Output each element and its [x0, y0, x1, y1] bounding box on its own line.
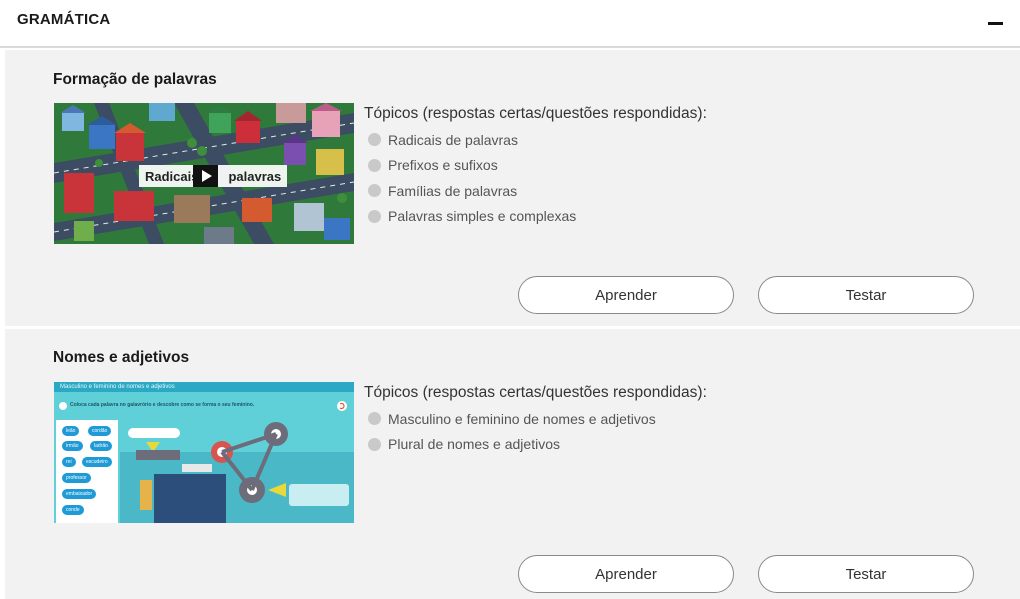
topics-list: Tópicos (respostas certas/questões respo…	[364, 384, 707, 457]
topics-list: Tópicos (respostas certas/questões respo…	[364, 105, 707, 229]
progress-dot-icon	[368, 209, 381, 223]
word-pill: cordão	[88, 426, 112, 436]
word-pill: professor	[62, 473, 91, 483]
topics-heading: Tópicos (respostas certas/questões respo…	[364, 384, 707, 401]
topic-item: Palavras simples e complexas	[364, 204, 707, 230]
game-instruction: Coloca cada palavra no galavrório e desc…	[70, 402, 255, 408]
collapse-icon[interactable]	[988, 22, 1003, 25]
section-title: GRAMÁTICA	[17, 11, 111, 28]
topic-item: Plural de nomes e adjetivos	[364, 432, 707, 458]
topic-item: Famílias de palavras	[364, 178, 707, 204]
topic-item: Prefixos e sufixos	[364, 153, 707, 179]
progress-dot-icon	[368, 412, 381, 426]
word-pill: escudeiro	[82, 457, 112, 467]
learn-button[interactable]: Aprender	[518, 555, 734, 593]
word-pill: ladrão	[90, 441, 112, 451]
progress-dot-icon	[368, 437, 381, 451]
topic-label: Radicais de palavras	[388, 131, 518, 148]
section-header[interactable]: GRAMÁTICA	[0, 0, 1020, 48]
topic-label: Prefixos e sufixos	[388, 157, 498, 174]
topic-label: Famílias de palavras	[388, 182, 518, 199]
progress-dot-icon	[368, 184, 381, 198]
word-pill: leão	[62, 426, 80, 436]
word-pill: conde	[62, 505, 84, 515]
topic-label: Palavras simples e complexas	[388, 208, 577, 225]
progress-dot-icon	[368, 158, 381, 172]
topic-item: Radicais de palavras	[364, 127, 707, 153]
lesson-card-word-formation: Formação de palavras Radicais palavras T…	[5, 50, 1020, 326]
progress-dot-icon	[368, 133, 381, 147]
lesson-title: Nomes e adjetivos	[53, 349, 190, 366]
test-button[interactable]: Testar	[758, 276, 974, 314]
video-thumbnail[interactable]: Radicais palavras	[54, 103, 354, 244]
lesson-title: Formação de palavras	[53, 71, 217, 88]
learn-button[interactable]: Aprender	[518, 276, 734, 314]
topic-label: Masculino e feminino de nomes e adjetivo…	[388, 410, 656, 427]
lesson-card-nouns-adjectives: Nomes e adjetivos Masculino e feminino d…	[5, 329, 1020, 599]
topics-heading: Tópicos (respostas certas/questões respo…	[364, 105, 707, 122]
test-button[interactable]: Testar	[758, 555, 974, 593]
word-pill: embaixador	[62, 489, 97, 499]
game-thumbnail[interactable]: Masculino e feminino de nomes e adjetivo…	[54, 382, 354, 523]
word-pill: rei	[62, 457, 76, 467]
video-title-right: palavras	[228, 168, 282, 184]
topic-item: Masculino e feminino de nomes e adjetivo…	[364, 406, 707, 432]
topic-label: Plural de nomes e adjetivos	[388, 436, 560, 453]
word-pill: irmão	[62, 441, 83, 451]
play-icon[interactable]	[193, 165, 218, 187]
video-title-left: Radicais	[145, 168, 199, 184]
